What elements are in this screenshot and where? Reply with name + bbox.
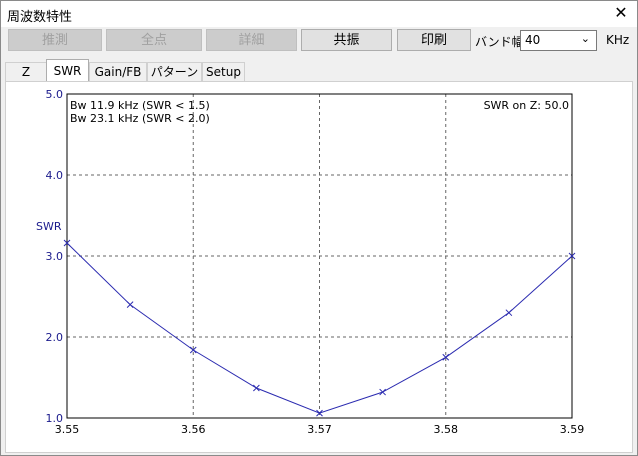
- x-tick-label: 3.57: [307, 423, 332, 436]
- estimate-button[interactable]: 推測: [8, 29, 102, 51]
- window-title: 周波数特性: [7, 10, 73, 25]
- x-tick-label: 3.58: [434, 423, 459, 436]
- print-button[interactable]: 印刷: [397, 29, 471, 51]
- tab-gain-fb[interactable]: Gain/FB: [89, 62, 147, 81]
- x-tick-label: 3.56: [181, 423, 206, 436]
- unit-label: KHz: [606, 33, 630, 47]
- y-tick-label: 3.0: [46, 250, 64, 263]
- tab-bar: Z SWR Gain/FB パターン Setup: [1, 59, 637, 81]
- y-tick-label: 4.0: [46, 169, 64, 182]
- swr-chart: 3.55 3.56 3.57 3.58 3.591.02.03.04.05.0 SWR …: [36, 88, 585, 436]
- y-tick-label: 2.0: [46, 331, 64, 344]
- y-tick-label: 5.0: [46, 88, 64, 101]
- title-bar: 周波数特性 ✕: [1, 1, 637, 27]
- chevron-down-icon: ⌄: [580, 32, 590, 45]
- all-points-button[interactable]: 全点: [106, 29, 202, 51]
- tab-pattern[interactable]: パターン: [147, 62, 202, 81]
- close-icon[interactable]: ✕: [611, 3, 631, 23]
- swr-on-z-annotation: SWR on Z: 50.0: [484, 99, 569, 112]
- chart-panel: 3.55 3.56 3.57 3.58 3.59 1.0 2.0 3.0 4.0 5.0 SWR …: [5, 81, 633, 453]
- data-point-marker: [505, 309, 513, 317]
- tab-setup[interactable]: Setup: [202, 62, 245, 81]
- y-axis-label: SWR: [36, 220, 62, 233]
- details-button[interactable]: 詳細: [206, 29, 297, 51]
- band-width-label: バンド幅: [475, 35, 524, 49]
- data-point-marker: [379, 388, 386, 396]
- chart-gridlines: [67, 94, 572, 418]
- bandwidth-1-5-annotation: Bw 11.9 kHz (SWR < 1.5): [70, 99, 210, 112]
- bandwidth-2-0-annotation: Bw 23.1 kHz (SWR < 2.0): [70, 112, 210, 125]
- y-tick-label: 1.0: [46, 412, 64, 425]
- resonance-button[interactable]: 共振: [301, 29, 392, 51]
- swr-window: 周波数特性 ✕ 推測 全点 詳細 共振 印刷 バンド幅 40 ⌄ KHz Z S…: [0, 0, 638, 456]
- data-point-marker: [253, 384, 260, 392]
- tab-swr[interactable]: SWR: [46, 59, 89, 81]
- data-point-marker: [126, 301, 134, 308]
- data-point-marker: [316, 409, 323, 417]
- band-width-value: 40: [525, 33, 541, 47]
- tab-z[interactable]: Z: [5, 62, 47, 81]
- toolbar: 推測 全点 詳細 共振 印刷 バンド幅 40 ⌄ KHz: [1, 27, 637, 55]
- band-width-select[interactable]: 40 ⌄: [520, 30, 597, 51]
- tick-labels: 3.55 3.56 3.57 3.58 3.591.02.03.04.05.0: [46, 88, 585, 436]
- x-tick-label: 3.59: [560, 423, 585, 436]
